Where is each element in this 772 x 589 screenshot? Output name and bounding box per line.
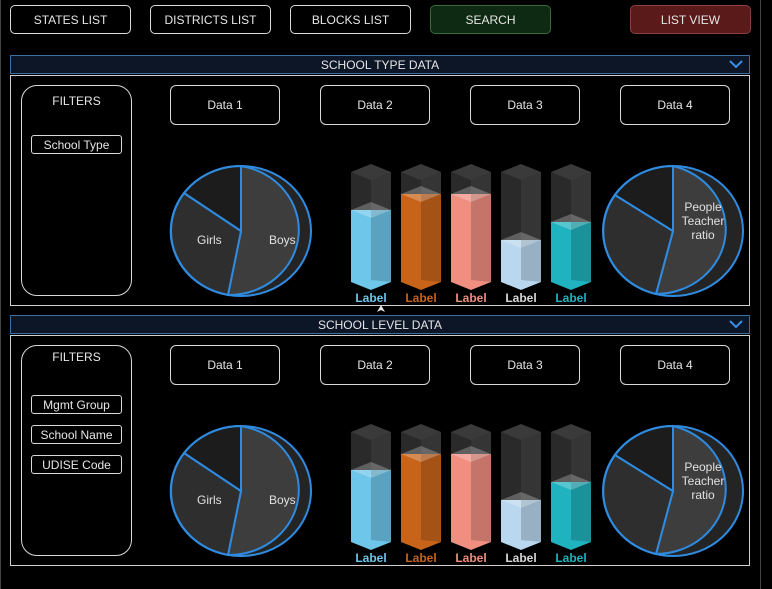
filter-school-name[interactable]: School Name (31, 425, 122, 444)
bar-5 (551, 424, 591, 550)
teacher-ratio-pie-chart: People Teacher ratio (602, 164, 744, 297)
bar-label-3: Label (455, 291, 486, 304)
filter-udise-code[interactable]: UDISE Code (31, 455, 122, 474)
data-4-button[interactable]: Data 4 (620, 85, 730, 125)
teacher-ratio-pie-chart: People Teacher ratio (602, 424, 744, 557)
chevron-down-icon[interactable] (729, 319, 743, 329)
data-3-button[interactable]: Data 3 (470, 85, 580, 125)
school-level-header[interactable]: SCHOOL LEVEL DATA (10, 315, 750, 334)
filters-title: FILTERS (52, 94, 101, 108)
filters-title: FILTERS (52, 350, 101, 364)
bar-label-4: Label (505, 551, 536, 564)
data-3-button[interactable]: Data 3 (470, 345, 580, 385)
bar-chart-3d: Label Label Label Label Label (351, 164, 591, 304)
ratio-label-line3: ratio (691, 228, 715, 242)
states-list-button[interactable]: STATES LIST (10, 5, 131, 34)
bar-label-4: Label (505, 291, 536, 304)
bar-label-1: Label (355, 291, 386, 304)
ratio-label-line3: ratio (691, 488, 715, 502)
list-view-button[interactable]: LIST VIEW (630, 5, 751, 34)
search-button[interactable]: SEARCH (430, 5, 551, 34)
ratio-label-line2: Teacher (682, 214, 725, 228)
school-type-header[interactable]: SCHOOL TYPE DATA (10, 55, 750, 74)
bar-label-5: Label (555, 551, 586, 564)
left-frame-line (0, 0, 1, 589)
right-frame-line (760, 0, 761, 589)
bar-1 (351, 424, 391, 550)
bar-2 (401, 424, 441, 550)
up-arrow-icon (377, 305, 385, 312)
pie-label-boys: Boys (269, 233, 296, 247)
bar-4 (501, 164, 541, 290)
bar-label-5: Label (555, 291, 586, 304)
bar-2 (401, 164, 441, 290)
pie-label-boys: Boys (269, 493, 296, 507)
bar-3 (451, 164, 491, 290)
bar-4 (501, 424, 541, 550)
section-title: SCHOOL TYPE DATA (320, 57, 440, 72)
ratio-label-line2: Teacher (682, 474, 725, 488)
pie-label-girls: Girls (197, 233, 222, 247)
bar-1 (351, 164, 391, 290)
bar-chart-3d: Label Label Label Label Label (351, 424, 591, 564)
bar-label-1: Label (355, 551, 386, 564)
filters-panel: FILTERS Mgmt Group School Name UDISE Cod… (21, 345, 132, 556)
school-level-panel: FILTERS Mgmt Group School Name UDISE Cod… (10, 335, 750, 566)
filter-mgmt-group[interactable]: Mgmt Group (31, 395, 122, 414)
data-1-button[interactable]: Data 1 (170, 85, 280, 125)
districts-list-button[interactable]: DISTRICTS LIST (150, 5, 271, 34)
bar-label-2: Label (405, 291, 436, 304)
bar-label-3: Label (455, 551, 486, 564)
data-4-button[interactable]: Data 4 (620, 345, 730, 385)
bar-label-2: Label (405, 551, 436, 564)
bar-3 (451, 424, 491, 550)
school-type-panel: FILTERS School Type Data 1 Data 2 Data 3… (10, 75, 750, 306)
filter-school-type[interactable]: School Type (31, 135, 122, 154)
gender-pie-chart: Girls Boys (169, 164, 312, 297)
data-1-button[interactable]: Data 1 (170, 345, 280, 385)
bar-5 (551, 164, 591, 290)
data-2-button[interactable]: Data 2 (320, 345, 430, 385)
ratio-label-line1: People (684, 200, 722, 214)
gender-pie-chart: Girls Boys (169, 424, 312, 557)
data-2-button[interactable]: Data 2 (320, 85, 430, 125)
ratio-label-line1: People (684, 460, 722, 474)
filters-panel: FILTERS School Type (21, 85, 132, 296)
blocks-list-button[interactable]: BLOCKS LIST (290, 5, 411, 34)
section-title: SCHOOL LEVEL DATA (317, 317, 443, 332)
chevron-down-icon[interactable] (729, 59, 743, 69)
pie-label-girls: Girls (197, 493, 222, 507)
